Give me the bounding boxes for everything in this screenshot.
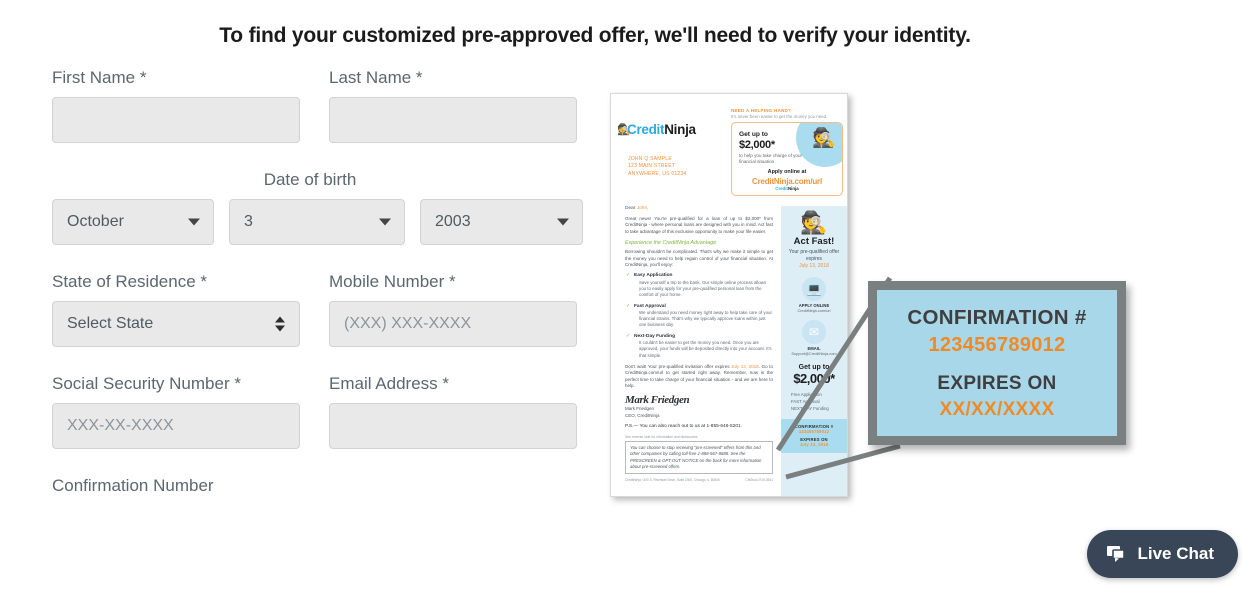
identity-form: First Name * Last Name * Date of birth O… bbox=[52, 68, 592, 505]
chevron-down-icon bbox=[557, 218, 569, 226]
confirmation-label: Confirmation Number bbox=[52, 476, 214, 495]
mobile-label: Mobile Number * bbox=[329, 272, 456, 291]
state-select[interactable]: Select State bbox=[52, 301, 300, 347]
ninja-icon: 🕵 bbox=[812, 128, 836, 149]
dob-year-value: 2003 bbox=[435, 213, 471, 230]
dob-row: October 3 2003 bbox=[52, 199, 592, 245]
dob-label: Date of birth bbox=[263, 170, 357, 189]
signature-image: Mark Friedgen bbox=[625, 394, 690, 407]
email-label: Email Address * bbox=[329, 374, 449, 393]
dob-day-select[interactable]: 3 bbox=[229, 199, 405, 245]
apply-online-label: Apply online at bbox=[767, 169, 807, 175]
callout-confirmation-label: CONFIRMATION # bbox=[907, 305, 1087, 329]
callout-confirmation-value: 123456789012 bbox=[928, 333, 1066, 356]
act-fast-heading: Act Fast! bbox=[793, 236, 835, 247]
need-helping-hand: NEED A HELPING HAND? It's never been eas… bbox=[731, 108, 828, 119]
last-name-group: Last Name * bbox=[329, 68, 577, 143]
dob-month-value: October bbox=[67, 213, 124, 230]
ssn-input[interactable] bbox=[52, 403, 300, 449]
rail-expires: Your pre-qualified offer expires July 13,… bbox=[788, 249, 840, 269]
bullet-title: Next-Day Funding bbox=[626, 334, 773, 339]
offer-subtext: to help you take charge of your financia… bbox=[739, 153, 803, 165]
chevron-down-icon bbox=[379, 218, 391, 226]
dob-month-select[interactable]: October bbox=[52, 199, 214, 245]
bullet-title: Fast Approval bbox=[626, 304, 773, 309]
creditninja-logo: CreditNinja bbox=[627, 122, 696, 137]
callout-expires-label: EXPIRES ON bbox=[937, 372, 1057, 394]
page-title: To find your customized pre-approved off… bbox=[219, 24, 971, 47]
dob-day-value: 3 bbox=[244, 213, 253, 230]
footer-right: CNStud-0719-3541 bbox=[745, 478, 773, 483]
chevron-updown-icon bbox=[275, 316, 285, 332]
ninja-icon: 🕵 bbox=[800, 210, 828, 235]
state-group: State of Residence * Select State bbox=[52, 272, 300, 347]
live-chat-button[interactable]: Live Chat bbox=[1087, 530, 1238, 578]
first-name-label: First Name * bbox=[52, 68, 147, 87]
mobile-input[interactable] bbox=[329, 301, 577, 347]
letter-body: Dear John, Great news! You're pre-qualif… bbox=[625, 206, 773, 482]
confirmation-group: Confirmation Number bbox=[52, 476, 592, 496]
name-row: First Name * Last Name * bbox=[52, 68, 592, 143]
letter-paragraph-3: Don't wait! Your pre-qualified invitatio… bbox=[625, 363, 773, 388]
letter-bullet: Next-Day Funding It couldn't be easier t… bbox=[626, 334, 773, 359]
bullet-text: Save yourself a trip to the bank. Our si… bbox=[639, 279, 767, 298]
letter-footer: CreditNinja | 300 S. Riverside Drive, Su… bbox=[625, 478, 773, 482]
last-name-label: Last Name * bbox=[329, 68, 423, 87]
confirmation-callout: CONFIRMATION # 123456789012 EXPIRES ON X… bbox=[868, 281, 1126, 445]
disclosure-box: You can choose to stop receiving "pre-sc… bbox=[625, 441, 773, 475]
email-input[interactable] bbox=[329, 403, 577, 449]
letter-paragraph-1: Great news! You're pre-qualified for a l… bbox=[625, 216, 773, 234]
first-name-group: First Name * bbox=[52, 68, 300, 143]
dob-group: Date of birth October 3 2003 bbox=[52, 170, 592, 245]
letter-bullet: Fast Approval We understand you need mon… bbox=[626, 304, 773, 329]
callout-expires-value: XX/XX/XXXX bbox=[939, 398, 1055, 420]
offer-box: 🕵 Get up to $2,000* to help you take cha… bbox=[731, 122, 843, 196]
apply-url: CreditNinja.com/url bbox=[752, 177, 822, 186]
letter-paragraph-2: Borrowing shouldn't be complicated. That… bbox=[625, 249, 773, 268]
letter-bullet: Easy Application Save yourself a trip to… bbox=[626, 273, 773, 298]
signer-title: CEO, CreditNinja bbox=[625, 412, 660, 418]
bullet-text: It couldn't be easier to get the money y… bbox=[639, 340, 772, 358]
ssn-label: Social Security Number * bbox=[52, 374, 241, 393]
ssn-email-row: Social Security Number * Email Address * bbox=[52, 374, 592, 449]
identity-verification-page: To find your customized pre-approved off… bbox=[0, 0, 1258, 596]
dob-year-select[interactable]: 2003 bbox=[420, 199, 583, 245]
bullet-text: We understand you need money right away … bbox=[639, 310, 772, 328]
chevron-down-icon bbox=[188, 218, 200, 226]
letter-ps: P.S.— You can also reach out to us at 1-… bbox=[625, 424, 742, 430]
state-mobile-row: State of Residence * Select State Mobile… bbox=[52, 272, 592, 347]
email-group: Email Address * bbox=[329, 374, 577, 449]
mobile-group: Mobile Number * bbox=[329, 272, 577, 347]
footer-left: CreditNinja | 300 S. Riverside Drive, Su… bbox=[625, 478, 720, 483]
disclosure-heading: See reverse side for information and dis… bbox=[625, 435, 698, 440]
bullet-title: Easy Application bbox=[626, 273, 773, 278]
offer-getupto: Get up to bbox=[739, 131, 768, 138]
state-value: Select State bbox=[67, 315, 154, 332]
state-label: State of Residence * bbox=[52, 272, 207, 291]
live-chat-label: Live Chat bbox=[1137, 544, 1214, 563]
letter-header: 🕵 CreditNinja JOHN Q SAMPLE 123 MAIN STR… bbox=[611, 94, 847, 202]
chat-bubble-icon bbox=[1107, 545, 1126, 562]
recipient-address: JOHN Q SAMPLE 123 MAIN STREET ANYWHERE, … bbox=[628, 156, 687, 177]
letter-subhead: Experience the CreditNinja Advantage bbox=[625, 240, 717, 247]
first-name-input[interactable] bbox=[52, 97, 300, 143]
offer-logo: CreditNinja bbox=[775, 186, 799, 191]
letter-greeting: Dear John, bbox=[625, 206, 649, 211]
last-name-input[interactable] bbox=[329, 97, 577, 143]
offer-amount: $2,000* bbox=[739, 139, 775, 151]
ssn-group: Social Security Number * bbox=[52, 374, 300, 449]
